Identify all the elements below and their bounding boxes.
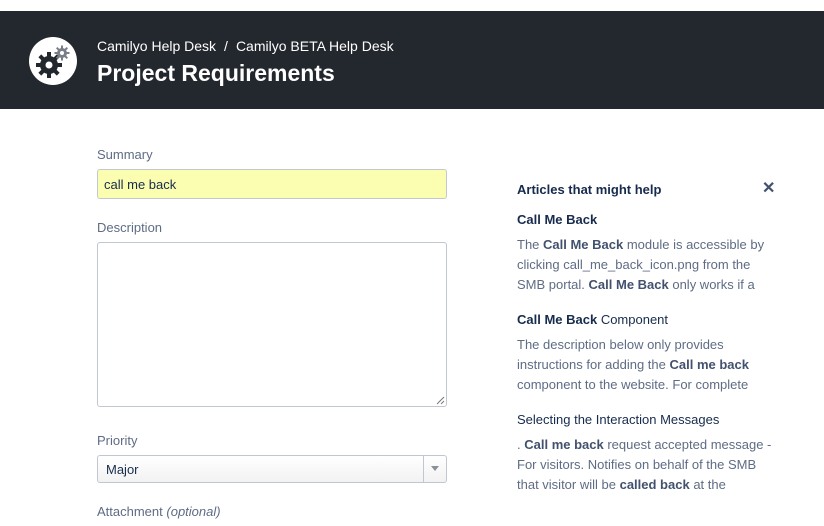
project-avatar[interactable] <box>29 37 77 85</box>
snippet-text: The <box>517 237 544 252</box>
help-panel-title: Articles that might help <box>517 182 662 197</box>
chevron-down-icon <box>431 466 439 471</box>
snippet-text: at the <box>689 477 726 492</box>
breadcrumb-link-beta-helpdesk[interactable]: Camilyo BETA Help Desk <box>236 38 394 54</box>
description-label: Description <box>97 220 163 235</box>
article-title-rest: Selecting the Interaction Messages <box>517 412 720 427</box>
attachment-label-text: Attachment <box>97 504 163 519</box>
snippet-highlight: Call me back <box>669 357 749 372</box>
article-title[interactable]: Selecting the Interaction Messages <box>517 410 779 430</box>
attachment-label: Attachment (optional) <box>97 504 221 519</box>
article-title[interactable]: Call Me Back Component <box>517 310 779 330</box>
article-title-bold: Call Me Back <box>517 212 598 227</box>
breadcrumb-separator: / <box>224 38 228 54</box>
priority-select[interactable]: Major <box>97 455 447 483</box>
top-strip <box>0 0 824 11</box>
priority-label: Priority <box>97 433 138 448</box>
breadcrumb-link-helpdesk[interactable]: Camilyo Help Desk <box>97 38 216 54</box>
snippet-highlight: Call Me Back <box>588 277 669 292</box>
priority-selected-value: Major <box>106 462 139 477</box>
snippet-highlight: Call Me Back <box>543 237 624 252</box>
snippet-text: only works if a <box>668 277 755 292</box>
resize-handle-icon[interactable] <box>436 396 445 405</box>
attachment-optional-hint: (optional) <box>166 504 221 519</box>
snippet-text: component to the website. For complete <box>517 377 749 392</box>
article-title-rest: Component <box>597 312 669 327</box>
snippet-highlight: called back <box>619 477 690 492</box>
summary-label: Summary <box>97 147 153 162</box>
close-icon[interactable]: ✕ <box>762 179 775 199</box>
article-snippet: . Call me back request accepted message … <box>517 435 779 495</box>
breadcrumb: Camilyo Help Desk / Camilyo BETA Help Desk <box>97 38 394 54</box>
description-textarea[interactable] <box>97 242 447 407</box>
snippet-highlight: Call me back <box>524 437 604 452</box>
page-title: Project Requirements <box>97 60 335 86</box>
article-snippet: The Call Me Back module is accessible by… <box>517 235 779 295</box>
article-snippet: The description below only provides inst… <box>517 335 779 395</box>
gears-icon <box>36 45 70 78</box>
page-header: Camilyo Help Desk / Camilyo BETA Help Desk… <box>0 11 824 109</box>
summary-input[interactable]: call me back <box>97 169 447 199</box>
priority-dropdown-toggle[interactable] <box>423 456 446 482</box>
article-title-bold: Call Me Back <box>517 312 598 327</box>
article-title[interactable]: Call Me Back <box>517 210 779 230</box>
